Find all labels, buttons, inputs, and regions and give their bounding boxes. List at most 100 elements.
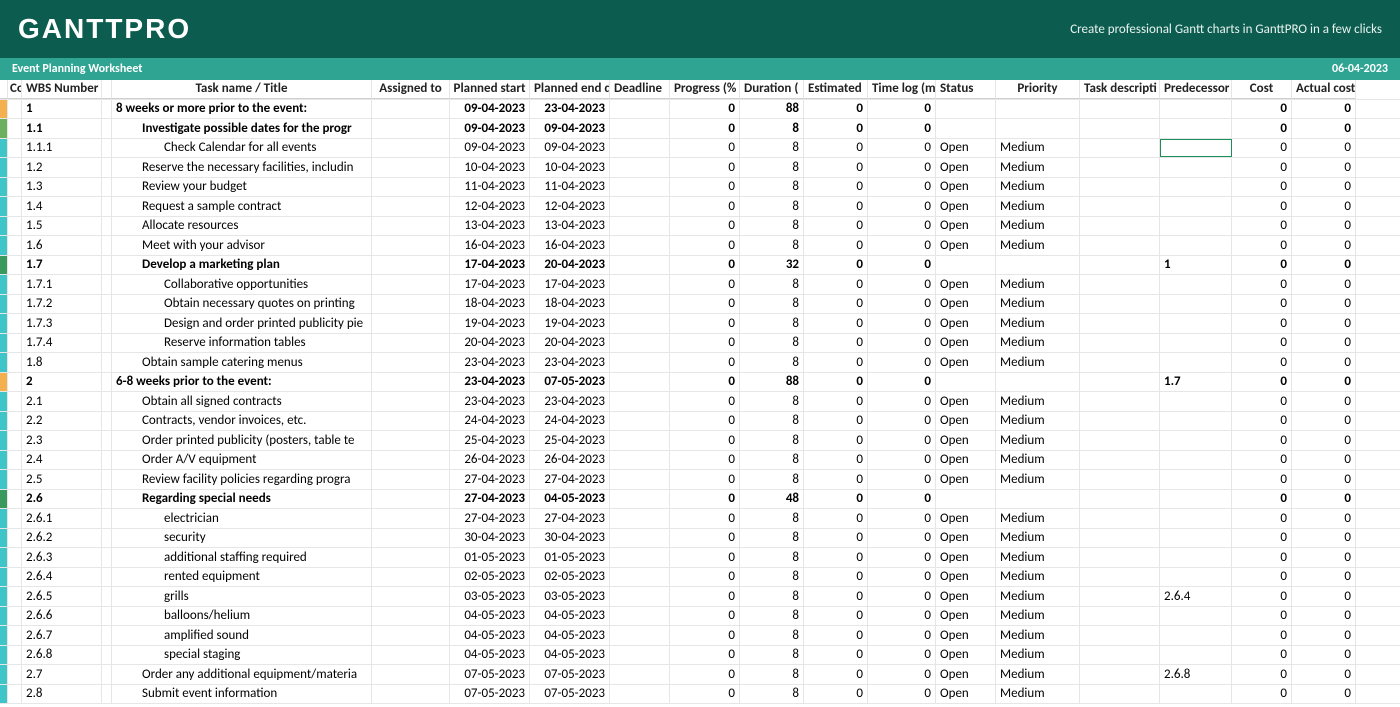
cell-duration[interactable]: 8 [740,685,804,704]
cell-color[interactable] [0,509,8,528]
cell-timelog[interactable]: 0 [868,139,936,158]
cell-pend[interactable]: 10-04-2023 [530,158,610,177]
cell-pred[interactable] [1160,568,1232,587]
cell-color[interactable] [0,646,8,665]
cell-duration[interactable]: 8 [740,178,804,197]
col-predecessor[interactable]: Predecessor [1160,80,1232,99]
cell-cost[interactable]: 0 [1232,587,1292,606]
cell-pend[interactable]: 30-04-2023 [530,529,610,548]
cell-acost[interactable]: 0 [1292,607,1356,626]
cell-status[interactable]: Open [936,314,996,333]
cell-title[interactable]: Obtain necessary quotes on printing [112,295,372,314]
cell-acost[interactable]: 0 [1292,470,1356,489]
cell-progress[interactable]: 0 [670,139,740,158]
cell-progress[interactable]: 0 [670,470,740,489]
cell-priority[interactable]: Medium [996,314,1080,333]
cell-pend[interactable]: 20-04-2023 [530,334,610,353]
cell-progress[interactable]: 0 [670,529,740,548]
cell-estimated[interactable]: 0 [804,509,868,528]
cell-pend[interactable]: 20-04-2023 [530,256,610,275]
cell-timelog[interactable]: 0 [868,451,936,470]
cell-acost[interactable]: 0 [1292,392,1356,411]
cell-color[interactable] [0,626,8,645]
cell-estimated[interactable]: 0 [804,548,868,567]
cell-spacer[interactable] [102,158,112,177]
cell-assigned[interactable] [372,626,450,645]
cell-priority[interactable]: Medium [996,412,1080,431]
cell-timelog[interactable]: 0 [868,256,936,275]
cell-duration[interactable]: 8 [740,568,804,587]
cell-co[interactable] [8,431,22,450]
cell-timelog[interactable]: 0 [868,529,936,548]
cell-pend[interactable]: 03-05-2023 [530,587,610,606]
cell-progress[interactable]: 0 [670,646,740,665]
cell-acost[interactable]: 0 [1292,685,1356,704]
cell-assigned[interactable] [372,509,450,528]
cell-pend[interactable]: 04-05-2023 [530,607,610,626]
col-spacer[interactable] [102,80,112,99]
cell-co[interactable] [8,353,22,372]
cell-deadline[interactable] [610,314,670,333]
cell-assigned[interactable] [372,685,450,704]
cell-cost[interactable]: 0 [1232,431,1292,450]
cell-cost[interactable]: 0 [1232,451,1292,470]
cell-wbs[interactable]: 1.6 [22,236,102,255]
cell-title[interactable]: Regarding special needs [112,490,372,509]
cell-cost[interactable]: 0 [1232,665,1292,684]
cell-duration[interactable]: 8 [740,529,804,548]
cell-timelog[interactable]: 0 [868,626,936,645]
cell-duration[interactable]: 32 [740,256,804,275]
cell-priority[interactable]: Medium [996,353,1080,372]
cell-estimated[interactable]: 0 [804,373,868,392]
cell-pstart[interactable]: 04-05-2023 [450,646,530,665]
cell-deadline[interactable] [610,529,670,548]
cell-tdesc[interactable] [1080,100,1160,119]
table-row[interactable]: 26-8 weeks prior to the event:23-04-2023… [0,373,1400,393]
cell-acost[interactable]: 0 [1292,626,1356,645]
cell-acost[interactable]: 0 [1292,295,1356,314]
cell-tdesc[interactable] [1080,529,1160,548]
cell-assigned[interactable] [372,275,450,294]
cell-cost[interactable]: 0 [1232,470,1292,489]
cell-pend[interactable]: 13-04-2023 [530,217,610,236]
cell-tdesc[interactable] [1080,431,1160,450]
cell-color[interactable] [0,412,8,431]
cell-cost[interactable]: 0 [1232,334,1292,353]
cell-priority[interactable]: Medium [996,646,1080,665]
cell-pend[interactable]: 25-04-2023 [530,431,610,450]
cell-title[interactable]: Obtain all signed contracts [112,392,372,411]
cell-estimated[interactable]: 0 [804,353,868,372]
table-row[interactable]: 2.6.6balloons/helium04-05-202304-05-2023… [0,607,1400,627]
cell-priority[interactable] [996,119,1080,138]
col-planned-start[interactable]: Planned start [450,80,530,99]
cell-timelog[interactable]: 0 [868,646,936,665]
cell-priority[interactable]: Medium [996,178,1080,197]
cell-pstart[interactable]: 13-04-2023 [450,217,530,236]
cell-co[interactable] [8,490,22,509]
cell-duration[interactable]: 8 [740,548,804,567]
cell-title[interactable]: balloons/helium [112,607,372,626]
cell-assigned[interactable] [372,646,450,665]
cell-cost[interactable]: 0 [1232,256,1292,275]
cell-progress[interactable]: 0 [670,353,740,372]
cell-progress[interactable]: 0 [670,236,740,255]
cell-deadline[interactable] [610,197,670,216]
cell-estimated[interactable]: 0 [804,295,868,314]
cell-spacer[interactable] [102,236,112,255]
cell-pend[interactable]: 24-04-2023 [530,412,610,431]
cell-duration[interactable]: 8 [740,275,804,294]
cell-acost[interactable]: 0 [1292,197,1356,216]
cell-co[interactable] [8,548,22,567]
table-row[interactable]: 1.7.4Reserve information tables20-04-202… [0,334,1400,354]
cell-pstart[interactable]: 07-05-2023 [450,685,530,704]
cell-wbs[interactable]: 1.3 [22,178,102,197]
cell-duration[interactable]: 8 [740,217,804,236]
cell-wbs[interactable]: 1.5 [22,217,102,236]
cell-tdesc[interactable] [1080,119,1160,138]
cell-cost[interactable]: 0 [1232,529,1292,548]
cell-cost[interactable]: 0 [1232,119,1292,138]
cell-pend[interactable]: 23-04-2023 [530,100,610,119]
cell-timelog[interactable]: 0 [868,334,936,353]
cell-timelog[interactable]: 0 [868,548,936,567]
cell-wbs[interactable]: 1.1.1 [22,139,102,158]
